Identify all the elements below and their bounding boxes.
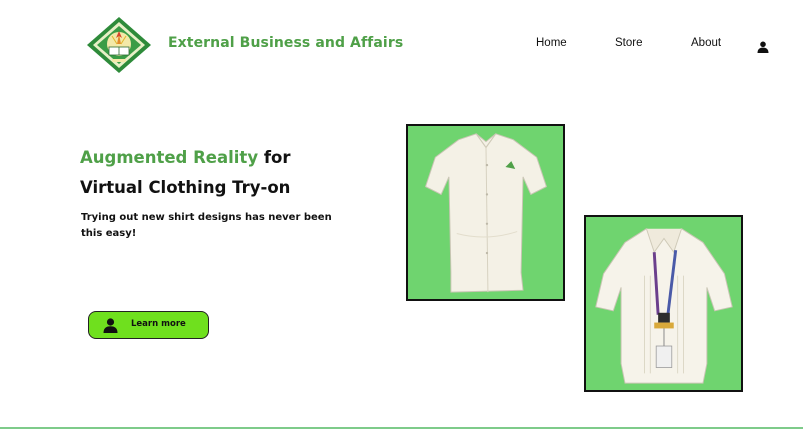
hero-title-line2: Virtual Clothing Try-on <box>80 178 291 197</box>
hero-title-accent: Augmented Reality <box>80 148 259 167</box>
hero-title-line1: Augmented Reality for <box>80 148 290 167</box>
learn-more-label: Learn more <box>131 319 186 329</box>
nav-home-link[interactable]: Home <box>536 37 567 49</box>
learn-more-button[interactable]: Learn more <box>88 311 209 339</box>
hero-subtitle: Trying out new shirt designs has never b… <box>81 212 332 239</box>
hero-title-rest: for <box>258 148 291 167</box>
white-blouse-image <box>595 228 733 384</box>
nav-store-link[interactable]: Store <box>615 37 643 49</box>
user-icon <box>103 318 118 333</box>
nav-about-link[interactable]: About <box>691 37 721 49</box>
brand-name: External Business and Affairs <box>168 35 404 51</box>
user-icon[interactable] <box>757 38 769 53</box>
footer-divider <box>0 427 803 429</box>
university-seal-icon[interactable] <box>86 16 152 74</box>
product-image-blouse[interactable] <box>584 215 743 392</box>
product-image-polo-shirt[interactable] <box>406 124 565 301</box>
white-polo-shirt-image <box>424 133 548 293</box>
